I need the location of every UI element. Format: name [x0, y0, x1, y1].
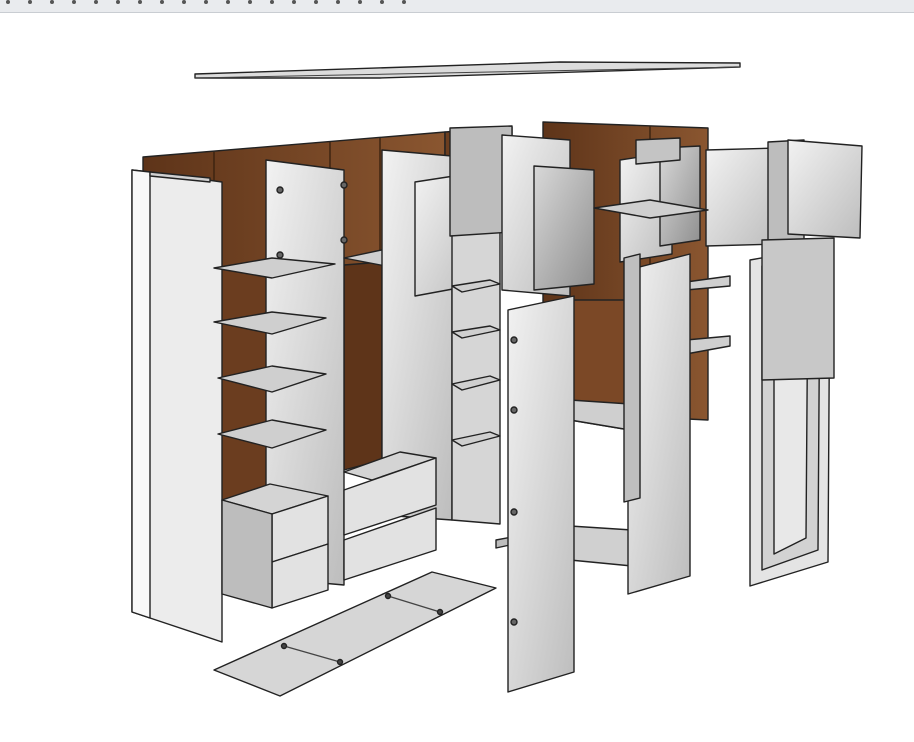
toolbar-dot — [50, 0, 54, 4]
corner-bottom-shelf — [569, 525, 633, 567]
toolbar-dot — [314, 0, 318, 4]
toolbar-dot — [182, 0, 186, 4]
top-panel — [194, 61, 741, 79]
toolbar-dot — [292, 0, 296, 4]
toolbar-dot — [336, 0, 340, 4]
far-right-back-panel — [761, 237, 835, 381]
left-drawer-side — [221, 499, 273, 609]
shelf-right-low — [569, 399, 631, 431]
toolbar-dot — [402, 0, 406, 4]
back-panel-center-lower — [343, 261, 383, 471]
wardrobe-exploded-view — [131, 61, 863, 697]
toolbar-dot — [248, 0, 252, 4]
toolbar-dot — [138, 0, 142, 4]
model-viewport[interactable] — [0, 12, 914, 742]
toolbar-dot — [270, 0, 274, 4]
upper-door-10 — [635, 137, 681, 165]
toolbar-handle-dots — [6, 0, 424, 4]
toolbar-dot — [160, 0, 164, 4]
toolbar-dot — [116, 0, 120, 4]
toolbar-dot — [380, 0, 384, 4]
upper-door-7 — [705, 147, 779, 247]
toolbar-dot — [358, 0, 362, 4]
tall-door-center — [507, 295, 575, 693]
toolbar-dot — [94, 0, 98, 4]
toolbar-dot — [6, 0, 10, 4]
toolbar-dot — [226, 0, 230, 4]
toolbar-dot — [28, 0, 32, 4]
toolbar-dot — [204, 0, 208, 4]
upper-door-9 — [787, 139, 863, 239]
toolbar-dot — [72, 0, 76, 4]
upper-door-4 — [533, 165, 595, 291]
tall-door-right-2 — [623, 253, 641, 503]
